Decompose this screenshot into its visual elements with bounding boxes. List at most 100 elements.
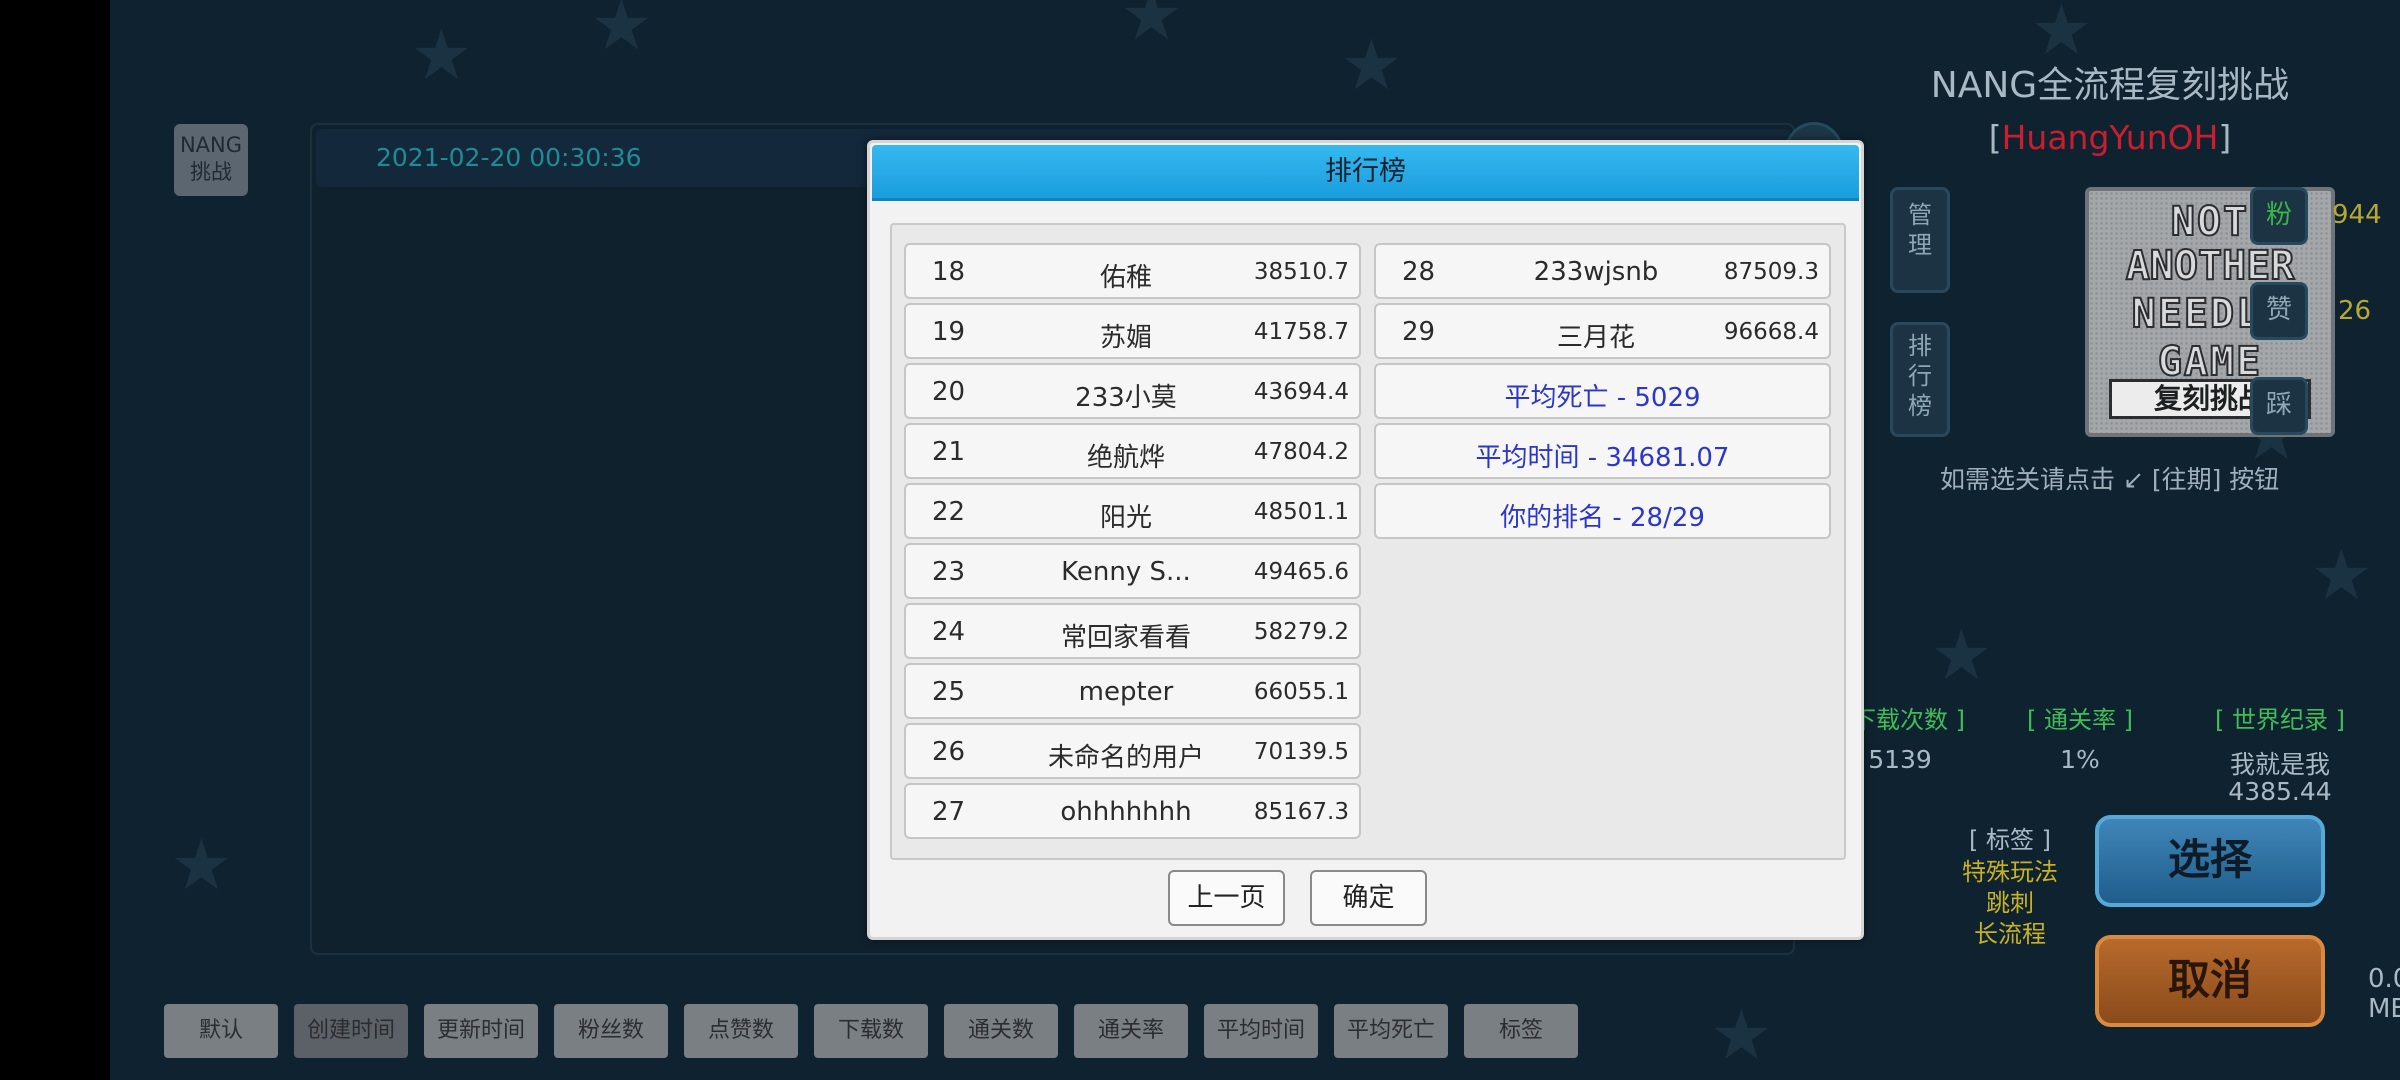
rank-number: 22 <box>932 497 966 527</box>
rank-number: 19 <box>932 317 966 347</box>
player-time: 70139.5 <box>1253 739 1349 765</box>
rank-number: 23 <box>932 557 966 587</box>
rank-number: 27 <box>932 797 966 827</box>
player-name: 常回家看看 <box>1060 623 1191 653</box>
level-author[interactable]: [HuangYunOH] <box>1910 118 2310 157</box>
sort-button[interactable]: 创建时间 <box>294 1004 408 1058</box>
your-rank-text: 你的排名 - 28/29 <box>1500 503 1705 533</box>
level-date: 2021-02-20 00:30:36 <box>376 143 642 172</box>
star-decoration: ★ <box>2310 534 2373 616</box>
player-time: 96668.4 <box>1723 319 1819 345</box>
rank-number: 25 <box>932 677 966 707</box>
leaderboard-row: 29 三月花 96668.4 <box>1374 303 1831 359</box>
author-bracket-open: [ <box>1988 118 2002 157</box>
sort-button[interactable]: 点赞数 <box>684 1004 798 1058</box>
select-button[interactable]: 选择 <box>2095 815 2325 907</box>
rank-number: 29 <box>1402 317 1436 347</box>
sort-button[interactable]: 通关数 <box>944 1004 1058 1058</box>
sort-button[interactable]: 下载数 <box>814 1004 928 1058</box>
nang-challenge-tag[interactable]: NANG 挑战 <box>174 124 248 196</box>
rank-number: 26 <box>932 737 966 767</box>
star-decoration: ★ <box>1930 614 1993 696</box>
nang-tag-line1: NANG <box>179 133 243 157</box>
leaderboard-column-left: 18 佑稚 38510.7 19 苏媚 41758.7 20 233小莫 43694.4 21 绝航… <box>904 243 1361 843</box>
player-name: 阳光 <box>1099 503 1152 533</box>
tag-item: 跳刺 <box>1986 889 2034 917</box>
leaderboard-column-right: 28 233wjsnb 87509.3 29 三月花 96668.4 平均死亡 - 502… <box>1374 243 1831 543</box>
prev-page-button[interactable]: 上一页 <box>1168 870 1285 926</box>
like-button[interactable]: 赞 <box>2250 282 2308 340</box>
rank-number: 24 <box>932 617 966 647</box>
sort-button[interactable]: 平均死亡 <box>1334 1004 1448 1058</box>
player-name: 三月花 <box>1556 323 1635 353</box>
player-name: ohhhhhhh <box>1060 797 1192 827</box>
cancel-button[interactable]: 取消 <box>2095 935 2325 1027</box>
player-time: 43694.4 <box>1253 379 1349 405</box>
sort-button[interactable]: 通关率 <box>1074 1004 1188 1058</box>
player-time: 48501.1 <box>1253 499 1349 525</box>
star-decoration: ★ <box>1710 994 1773 1076</box>
leaderboard-list: 18 佑稚 38510.7 19 苏媚 41758.7 20 233小莫 43694.4 21 绝航… <box>890 223 1846 860</box>
tags-heading: [ 标签 ] <box>1969 826 2051 854</box>
nang-tag-line2: 挑战 <box>190 160 232 184</box>
author-name: HuangYunOH <box>2001 118 2219 157</box>
player-time: 47804.2 <box>1253 439 1349 465</box>
sort-button[interactable]: 更新时间 <box>424 1004 538 1058</box>
your-rank-stat: 你的排名 - 28/29 <box>1374 483 1831 539</box>
like-count: 26 <box>2338 296 2372 326</box>
level-title: NANG全流程复刻挑战 <box>1930 65 2290 106</box>
player-time: 38510.7 <box>1253 259 1349 285</box>
sort-button[interactable]: 平均时间 <box>1204 1004 1318 1058</box>
player-time: 85167.3 <box>1253 799 1349 825</box>
level-select-hint: 如需选关请点击 ↙ [往期] 按钮 <box>1940 465 2280 494</box>
leaderboard-row: 24 常回家看看 58279.2 <box>904 603 1361 659</box>
player-name: 233小莫 <box>1075 383 1177 413</box>
tag-item: 特殊玩法 <box>1962 858 2058 886</box>
leaderboard-row: 26 未命名的用户 70139.5 <box>904 723 1361 779</box>
leaderboard-row: 23 Kenny S... 49465.6 <box>904 543 1361 599</box>
rank-number: 28 <box>1402 257 1436 287</box>
avg-time-stat: 平均时间 - 34681.07 <box>1374 423 1831 479</box>
star-decoration: ★ <box>1120 0 1183 56</box>
world-record-time: 4385.44 <box>2228 777 2332 806</box>
player-name: 未命名的用户 <box>1047 743 1204 773</box>
fans-count: 944 <box>2332 200 2382 230</box>
world-record-holder: 我就是我 <box>2229 750 2330 779</box>
clear-rate-value: 1% <box>2060 745 2100 774</box>
player-time: 41758.7 <box>1253 319 1349 345</box>
rank-number: 20 <box>932 377 966 407</box>
sort-button[interactable]: 标签 <box>1464 1004 1578 1058</box>
star-decoration: ★ <box>1340 24 1403 106</box>
ranking-button[interactable]: 排行榜 <box>1890 322 1950 437</box>
star-decoration: ★ <box>410 14 473 96</box>
avg-time-text: 平均时间 - 34681.07 <box>1475 443 1730 473</box>
leaderboard-row: 19 苏媚 41758.7 <box>904 303 1361 359</box>
tag-item: 长流程 <box>1974 920 2046 948</box>
leaderboard-row: 25 mepter 66055.1 <box>904 663 1361 719</box>
ranking-label: 排行榜 <box>1908 332 1932 420</box>
leaderboard-row: 21 绝航烨 47804.2 <box>904 423 1361 479</box>
avg-deaths-stat: 平均死亡 - 5029 <box>1374 363 1831 419</box>
leaderboard-row: 27 ohhhhhhh 85167.3 <box>904 783 1361 839</box>
leaderboard-dialog: 排行榜 18 佑稚 38510.7 19 苏媚 41758.7 20 233小莫 43694.4… <box>867 140 1864 940</box>
author-bracket-close: ] <box>2218 118 2232 157</box>
player-name: 苏媚 <box>1099 323 1152 353</box>
player-time: 49465.6 <box>1253 559 1349 585</box>
player-name: Kenny S... <box>1061 557 1191 587</box>
rank-number: 18 <box>932 257 966 287</box>
dialog-title: 排行榜 <box>872 145 1859 201</box>
sort-button[interactable]: 粉丝数 <box>554 1004 668 1058</box>
player-name: 佑稚 <box>1099 263 1152 293</box>
dislike-button[interactable]: 踩 <box>2250 377 2308 435</box>
manage-button[interactable]: 管理 <box>1890 187 1950 293</box>
player-name: 绝航烨 <box>1086 443 1165 473</box>
sort-button[interactable]: 默认 <box>164 1004 278 1058</box>
confirm-button[interactable]: 确定 <box>1310 870 1427 926</box>
player-time: 58279.2 <box>1253 619 1349 645</box>
avg-deaths-text: 平均死亡 - 5029 <box>1504 383 1701 413</box>
player-name: mepter <box>1078 677 1174 707</box>
fans-button[interactable]: 粉 <box>2250 187 2308 245</box>
leaderboard-row: 18 佑稚 38510.7 <box>904 243 1361 299</box>
game-area: ★ ★ ★ ★ ★ ★ ★ ★ ★ ★ ★ NANG 挑战 2021-02-20… <box>110 0 2400 1080</box>
manage-label: 管理 <box>1908 201 1932 259</box>
